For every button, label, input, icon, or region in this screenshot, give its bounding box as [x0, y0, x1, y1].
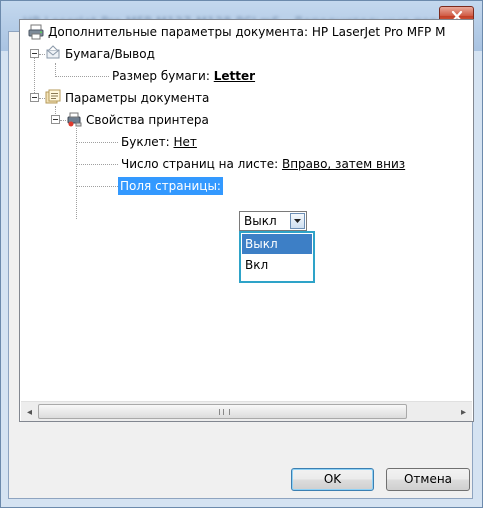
scroll-left-icon: ◂	[26, 406, 33, 418]
page-borders-combobox[interactable]: Выкл	[239, 211, 307, 231]
scrollbar-thumb[interactable]	[38, 404, 407, 419]
scroll-left-button[interactable]: ◂	[21, 402, 38, 421]
page-borders-dropdown-list: Выкл Вкл	[239, 231, 315, 283]
paper-icon	[46, 45, 60, 59]
tree-line	[34, 58, 35, 95]
cancel-button[interactable]: Отмена	[386, 468, 470, 491]
tree-line	[55, 76, 109, 77]
tree-printer-features-label[interactable]: Свойства принтера	[86, 111, 209, 129]
tree-line	[76, 142, 118, 143]
paper-size-value[interactable]: Letter	[214, 69, 255, 83]
grip-icon	[219, 409, 230, 415]
chevron-down-icon	[294, 219, 301, 223]
collapse-toggle[interactable]	[30, 93, 39, 102]
tree-document-options-label[interactable]: Параметры документа	[65, 89, 209, 107]
tree-line	[76, 164, 118, 165]
tree-line	[55, 63, 56, 77]
pages-per-sheet-value[interactable]: Вправо, затем вниз	[282, 157, 405, 171]
page-borders-label[interactable]: Поля страницы:	[118, 177, 223, 195]
dropdown-button[interactable]	[290, 213, 305, 229]
page-borders-combo-value: Выкл	[244, 214, 277, 228]
horizontal-scrollbar[interactable]: ◂ ▸	[21, 401, 472, 421]
booklet-value[interactable]: Нет	[174, 135, 197, 149]
booklet-label: Буклет:	[121, 135, 170, 149]
paper-size-label: Размер бумаги:	[112, 69, 210, 83]
collapse-toggle[interactable]	[30, 49, 39, 58]
booklet-row[interactable]: Буклет: Нет	[121, 133, 197, 151]
scroll-right-icon: ▸	[460, 406, 467, 418]
collapse-toggle[interactable]	[51, 115, 60, 124]
paper-size-row[interactable]: Размер бумаги: Letter	[112, 67, 255, 85]
dropdown-option-on[interactable]: Вкл	[242, 255, 312, 275]
pages-per-sheet-label: Число страниц на листе:	[121, 157, 279, 171]
pages-per-sheet-row[interactable]: Число страниц на листе: Вправо, затем вн…	[121, 155, 405, 173]
scroll-right-button[interactable]: ▸	[455, 402, 472, 421]
ok-button[interactable]: OK	[291, 468, 374, 491]
tree-line	[76, 186, 118, 187]
tree-root-label[interactable]: Дополнительные параметры документа: HP L…	[48, 23, 445, 41]
printer-features-icon	[67, 112, 82, 127]
tree-paper-output-label[interactable]: Бумага/Вывод	[65, 45, 155, 63]
printer-icon	[28, 24, 44, 40]
dropdown-option-off[interactable]: Выкл	[242, 234, 312, 254]
document-options-icon	[45, 89, 61, 104]
